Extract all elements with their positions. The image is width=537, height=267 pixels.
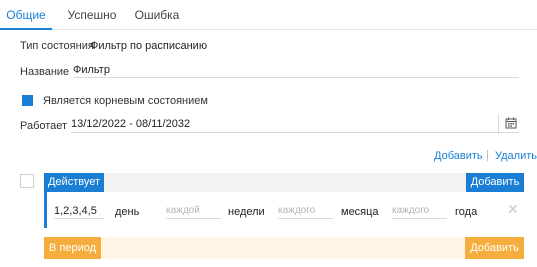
root-state-label: Является корневым состоянием xyxy=(43,95,208,107)
period-add-button[interactable]: Добавить xyxy=(465,237,524,259)
active-tag: Действует xyxy=(44,173,104,192)
month-unit-label: месяца xyxy=(341,206,379,218)
tab-general[interactable]: Общие xyxy=(0,0,52,30)
calendar-divider xyxy=(498,114,499,134)
period-tag: В период xyxy=(44,237,101,259)
year-input[interactable] xyxy=(392,203,447,219)
tab-bar: Общие Успешно Ошибка xyxy=(0,0,537,30)
select-all-checkbox[interactable] xyxy=(20,174,34,188)
name-input[interactable] xyxy=(73,62,519,78)
root-state-checkbox[interactable] xyxy=(22,95,33,106)
state-type-value: Фильтр по расписанию xyxy=(90,40,208,52)
date-range-input[interactable] xyxy=(71,116,519,133)
week-unit-label: недели xyxy=(228,206,265,218)
active-header-band xyxy=(104,173,466,192)
tab-error[interactable]: Ошибка xyxy=(127,0,187,30)
state-type-label: Тип состояния xyxy=(20,40,94,52)
week-input[interactable] xyxy=(166,203,221,219)
tab-success[interactable]: Успешно xyxy=(60,0,124,30)
month-input[interactable] xyxy=(278,203,333,219)
close-icon[interactable] xyxy=(508,204,518,214)
active-add-button[interactable]: Добавить xyxy=(466,173,524,192)
delete-link[interactable]: Удалить xyxy=(495,150,537,162)
days-input[interactable] xyxy=(54,203,104,219)
period-header-band xyxy=(101,237,465,259)
add-link[interactable]: Добавить xyxy=(434,150,483,162)
calendar-icon[interactable] xyxy=(505,117,517,129)
year-unit-label: года xyxy=(455,206,478,218)
works-label: Работает xyxy=(20,120,68,132)
name-label: Название xyxy=(20,66,70,78)
links-divider xyxy=(487,150,488,161)
day-unit-label: день xyxy=(115,206,140,218)
